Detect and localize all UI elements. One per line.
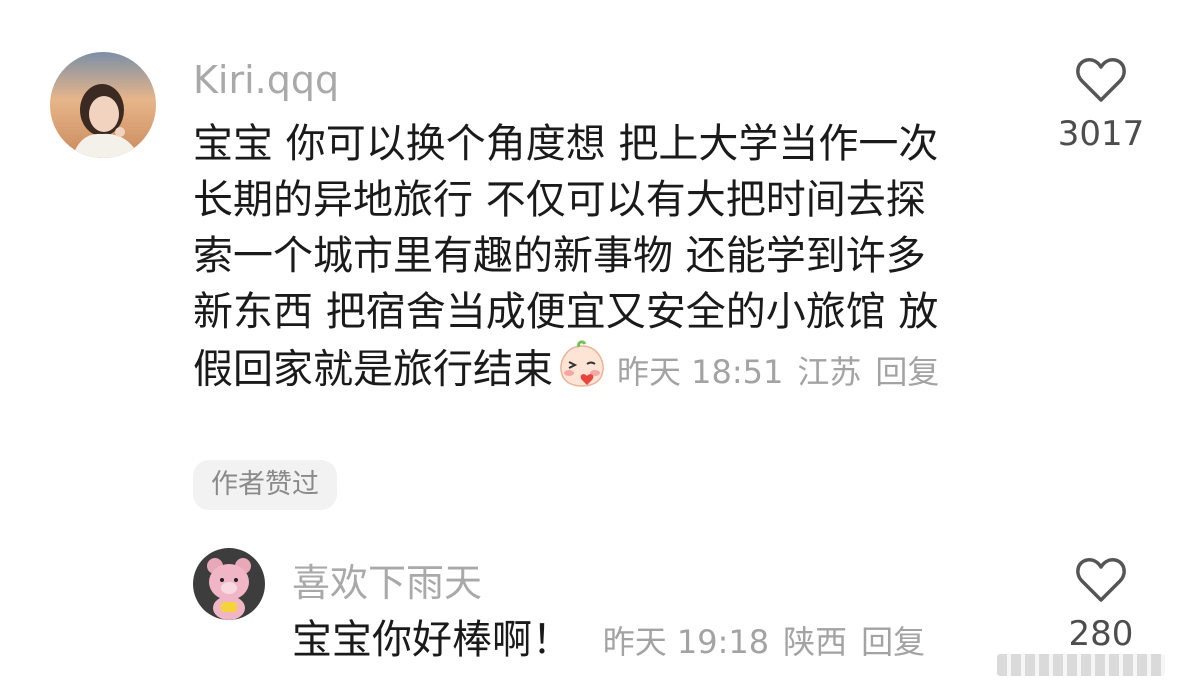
comment-like[interactable]: 3017 — [1046, 56, 1156, 154]
author-liked-badge: 作者赞过 — [193, 460, 337, 510]
blushing-sticker-icon — [557, 340, 607, 403]
comment-line: 新东西 把宿舍当成便宜又安全的小旅馆 放 — [193, 289, 939, 335]
comment-time: 昨天 18:51 — [617, 352, 784, 391]
comment-line: 索一个城市里有趣的新事物 还能学到许多 — [193, 233, 926, 279]
reply-time: 昨天 19:18 — [602, 623, 770, 661]
heart-icon[interactable] — [1075, 556, 1127, 604]
comment-meta: 昨天 18:51 江苏 回复 — [617, 353, 939, 391]
reply-text: 宝宝你好棒啊！ — [292, 617, 572, 663]
avatar-kiri[interactable] — [50, 52, 156, 158]
avatar-reply-user[interactable] — [193, 548, 265, 620]
watermark — [997, 654, 1165, 676]
reply-username[interactable]: 喜欢下雨天 — [292, 552, 482, 607]
comment-location: 江苏 — [797, 352, 862, 391]
reply-like-count: 280 — [1068, 614, 1134, 654]
comment-line: 长期的异地旅行 不仅可以有大把时间去探 — [193, 177, 926, 223]
heart-icon[interactable] — [1075, 56, 1127, 104]
reply-button[interactable]: 回复 — [875, 353, 939, 391]
like-count: 3017 — [1057, 114, 1145, 154]
comment-body: 宝宝 你可以换个角度想 把上大学当作一次 长期的异地旅行 不仅可以有大把时间去探… — [193, 116, 1013, 403]
comment-username[interactable]: Kiri.qqq — [193, 58, 339, 102]
reply-body: 宝宝你好棒啊！ 昨天 19:18 陕西 回复 — [292, 612, 1012, 670]
reply-meta: 昨天 19:18 陕西 回复 — [603, 623, 925, 661]
comment-line: 宝宝 你可以换个角度想 把上大学当作一次 — [193, 121, 939, 167]
reply-location: 陕西 — [783, 623, 848, 661]
reply-reply-button[interactable]: 回复 — [861, 623, 925, 661]
comment-last-line: 假回家就是旅行结束 昨天 18:51 江苏 回复 — [193, 340, 1013, 403]
comment-line: 假回家就是旅行结束 — [193, 346, 553, 393]
reply-like[interactable]: 280 — [1046, 556, 1156, 654]
